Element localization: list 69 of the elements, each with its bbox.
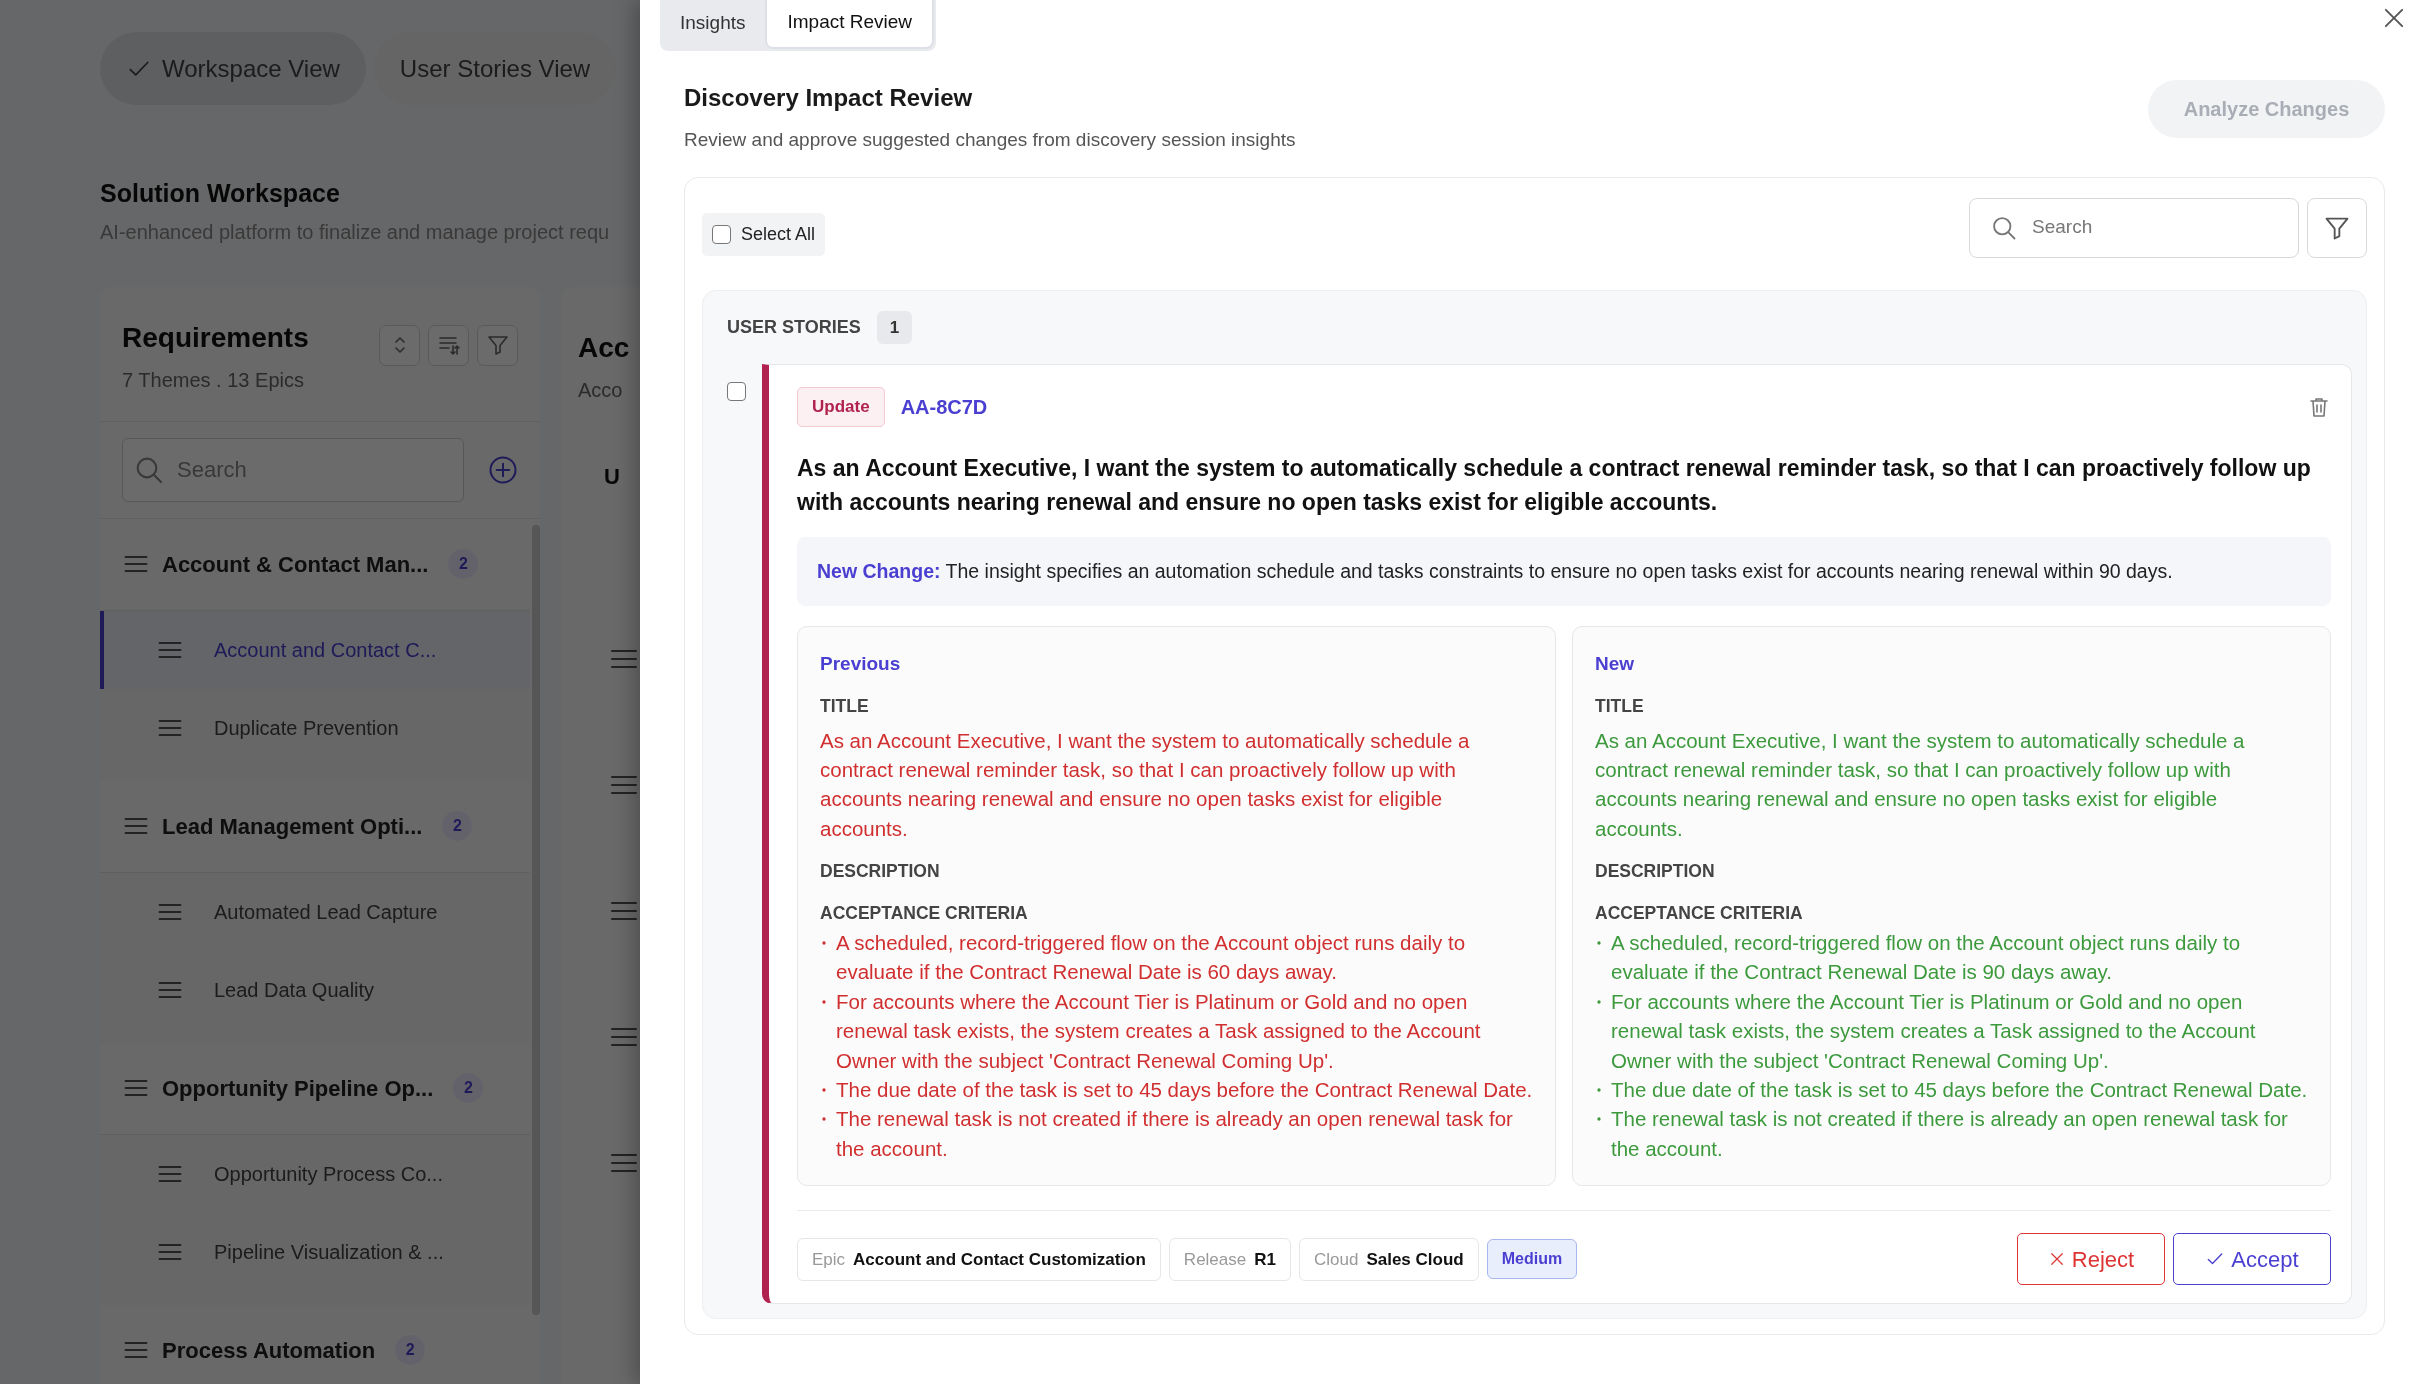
- epic-item[interactable]: Opportunity Process Co...: [100, 1134, 530, 1213]
- column-subtitle: Acco: [578, 377, 624, 403]
- bullet-icon: [820, 997, 828, 1006]
- criterion-text: For accounts where the Account Tier is Platinum or Gold and no open renewal task exists, the system creates a Task assigned to the Account Owner with the subject 'Contract Renewal Coming Up'.: [836, 988, 1482, 1074]
- criterion-text: The renewal task is not created if there is already an open renewal task for the account.: [1611, 1106, 2289, 1162]
- filter-button[interactable]: [2307, 197, 2367, 258]
- story-id-link[interactable]: AA-8C7D: [900, 391, 988, 422]
- epic-item[interactable]: Lead Data Quality: [100, 950, 530, 1029]
- search-field[interactable]: Search: [1969, 197, 2299, 258]
- theme-title[interactable]: Process Automation: [162, 1333, 376, 1367]
- drawer-title: Discovery Impact Review: [684, 83, 974, 113]
- group-label: USER STORIES: [727, 315, 861, 339]
- meta-value: R1: [1254, 1249, 1276, 1269]
- count-badge: 2: [448, 549, 479, 579]
- criterion-text: The renewal task is not created if there is already an open renewal task for the account.: [836, 1106, 1514, 1162]
- epic-item[interactable]: Automated Lead Capture: [100, 872, 530, 951]
- version-title: As an Account Executive, I want the system to automatically schedule a contract renewal reminder task, so that I can proactively follow up with accounts nearing renewal and ensure no open tasks exist for eligible accounts.: [820, 727, 1471, 842]
- bullet-icon: [1595, 997, 1603, 1006]
- count-badge: 1: [876, 310, 913, 344]
- theme-title[interactable]: Account & Contact Man...: [162, 547, 429, 581]
- accept-button[interactable]: Accept: [2173, 1233, 2331, 1286]
- field-label: ACCEPTANCE CRITERIA: [1595, 901, 1804, 925]
- view-tab[interactable]: Workspace View: [100, 32, 366, 105]
- criterion-text: A scheduled, record-triggered flow on the Account object runs daily to evaluate if the Contract Renewal Date is 60 days away.: [836, 930, 1467, 986]
- count-badge: 2: [442, 811, 473, 841]
- change-type-tag: Update: [797, 387, 885, 427]
- sort-button[interactable]: [428, 324, 469, 366]
- meta-value: Sales Cloud: [1366, 1249, 1464, 1269]
- epic-item[interactable]: Duplicate Prevention: [100, 688, 530, 767]
- add-icon[interactable]: [488, 454, 518, 485]
- version-title: As an Account Executive, I want the system to automatically schedule a contract renewal reminder task, so that I can proactively follow up with accounts nearing renewal and ensure no open tasks exist for eligible accounts.: [1595, 727, 2246, 842]
- filter-icon: [485, 333, 510, 357]
- field-label: TITLE: [1595, 695, 1645, 719]
- select-all-checkbox[interactable]: Select All: [702, 212, 826, 256]
- bullet-icon: [820, 939, 828, 947]
- change-summary: New Change: The insight specifies an automation schedule and tasks constraints to ensure no open tasks exist for accounts nearing renewal within 90 days.: [797, 536, 2331, 606]
- expand-collapse-button[interactable]: [379, 324, 420, 366]
- version-heading: Previous: [820, 651, 902, 676]
- panel-title: Requirements: [122, 320, 309, 355]
- field-label: TITLE: [820, 695, 870, 719]
- column-title: Acc: [578, 330, 631, 365]
- reject-button[interactable]: Reject: [2017, 1233, 2165, 1286]
- drawer-subtitle: Review and approve suggested changes from discovery session insights: [684, 128, 1296, 152]
- meta-value: Account and Contact Customization: [853, 1249, 1146, 1269]
- story-text: As an Account Executive, I want the system to automatically schedule a contract renewal reminder task, so that I can proactively follow up with accounts nearing renewal and ensure no open tasks exist for eligible accounts.: [797, 453, 2312, 517]
- tab[interactable]: Insights: [660, 0, 766, 49]
- field-label: DESCRIPTION: [820, 860, 941, 884]
- bullet-icon: [1595, 939, 1603, 947]
- meta-label: Release: [1183, 1249, 1247, 1269]
- count-badge: 2: [395, 1335, 426, 1365]
- count-badge: 2: [453, 1073, 484, 1103]
- meta-label: Epic: [812, 1249, 846, 1269]
- meta-label: Cloud: [1313, 1249, 1359, 1269]
- row-checkbox[interactable]: [727, 382, 746, 401]
- priority-tag: Medium: [1486, 1239, 1578, 1280]
- criterion-text: The due date of the task is set to 45 days before the Contract Renewal Date.: [836, 1077, 1533, 1104]
- tab[interactable]: Impact Review: [765, 0, 935, 49]
- field-label: DESCRIPTION: [1595, 860, 1716, 884]
- criterion-text: A scheduled, record-triggered flow on the Account object runs daily to evaluate if the Contract Renewal Date is 90 days away.: [1611, 930, 2242, 986]
- criterion-text: The due date of the task is set to 45 days before the Contract Renewal Date.: [1611, 1077, 2308, 1104]
- theme-title[interactable]: Lead Management Opti...: [162, 809, 423, 843]
- version-heading: New: [1595, 651, 1636, 676]
- section-header: U: [604, 462, 621, 491]
- panel-summary: 7 Themes . 13 Epics: [122, 367, 305, 393]
- criterion-text: For accounts where the Account Tier is Platinum or Gold and no open renewal task exists, the system creates a Task assigned to the Account Owner with the subject 'Contract Renewal Coming Up'.: [1611, 988, 2257, 1074]
- page-title: Solution Workspace: [100, 178, 341, 209]
- theme-title[interactable]: Opportunity Pipeline Op...: [162, 1071, 434, 1105]
- field-label: ACCEPTANCE CRITERIA: [820, 901, 1029, 925]
- epic-item[interactable]: Pipeline Visualization & ...: [100, 1212, 530, 1291]
